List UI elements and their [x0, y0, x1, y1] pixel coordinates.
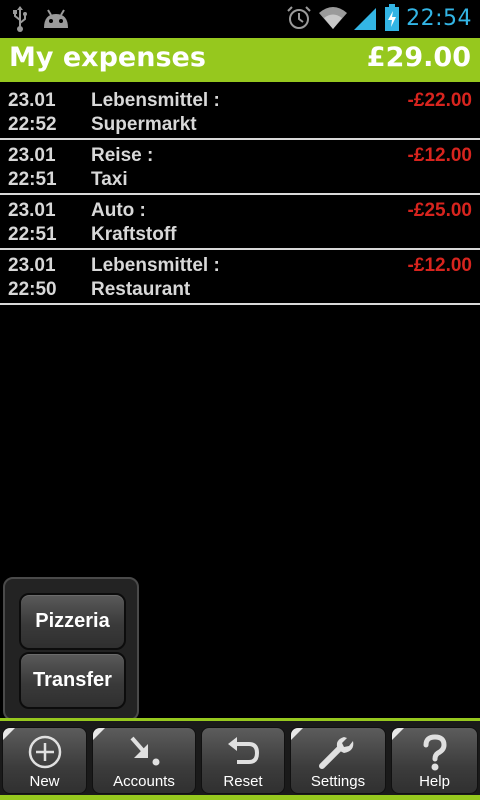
expense-row[interactable]: 23.01 22:52 Lebensmittel : Supermarkt -£…: [0, 85, 480, 140]
expense-row[interactable]: 23.01 22:50 Lebensmittel : Restaurant -£…: [0, 250, 480, 305]
expense-time: 22:51: [8, 169, 57, 190]
status-bar: 22:54: [0, 0, 480, 38]
app-header: My expenses £29.00: [0, 38, 480, 82]
corner-marker: [392, 728, 404, 740]
toolbar-accent-bar: [0, 795, 480, 800]
expense-category: Lebensmittel :: [91, 90, 220, 111]
help-button[interactable]: Help: [391, 727, 478, 794]
expense-subcategory: Restaurant: [91, 279, 191, 300]
add-circle-icon: [27, 734, 63, 774]
reset-button[interactable]: Reset: [201, 727, 285, 794]
expense-time: 22:52: [8, 114, 57, 135]
expense-amount: -£12.00: [407, 255, 472, 276]
alarm-icon: [286, 5, 312, 31]
expense-amount: -£12.00: [407, 145, 472, 166]
expense-date: 23.01: [8, 145, 56, 166]
expense-row[interactable]: 23.01 22:51 Reise : Taxi -£12.00: [0, 140, 480, 195]
settings-button[interactable]: Settings: [290, 727, 386, 794]
help-button-label: Help: [419, 773, 450, 790]
expense-subcategory: Kraftstoff: [91, 224, 177, 245]
corner-marker: [3, 728, 15, 740]
new-button[interactable]: New: [2, 727, 87, 794]
expense-date: 23.01: [8, 200, 56, 221]
accounts-button[interactable]: Accounts: [92, 727, 196, 794]
battery-charging-icon: [384, 4, 400, 32]
expense-time: 22:50: [8, 279, 57, 300]
signal-icon: [354, 5, 378, 31]
usb-icon: [12, 6, 28, 32]
wrench-icon: [318, 734, 358, 774]
total-amount: £29.00: [366, 42, 471, 73]
transfer-button[interactable]: Transfer: [19, 652, 126, 709]
expense-category: Lebensmittel :: [91, 255, 220, 276]
wifi-icon: [318, 5, 348, 31]
quick-add-popup: Pizzeria Transfer: [3, 577, 139, 721]
corner-marker: [93, 728, 105, 740]
bottom-toolbar: New Accounts Reset Settings Help: [0, 718, 480, 800]
expense-amount: -£25.00: [407, 200, 472, 221]
settings-button-label: Settings: [310, 773, 366, 790]
android-icon: [42, 8, 70, 30]
expense-category: Reise :: [91, 145, 154, 166]
expense-amount: -£22.00: [407, 90, 472, 111]
question-mark-icon: [420, 734, 450, 776]
expense-row[interactable]: 23.01 22:51 Auto : Kraftstoff -£25.00: [0, 195, 480, 250]
new-button-label: New: [29, 773, 60, 790]
expense-time: 22:51: [8, 224, 57, 245]
undo-icon: [225, 734, 261, 774]
accounts-button-label: Accounts: [113, 773, 175, 790]
expense-list: 23.01 22:52 Lebensmittel : Supermarkt -£…: [0, 85, 480, 305]
expense-date: 23.01: [8, 255, 56, 276]
corner-marker: [291, 728, 303, 740]
expense-subcategory: Taxi: [91, 169, 128, 190]
accounts-arrow-icon: [126, 734, 162, 774]
page-title: My expenses: [9, 42, 206, 73]
expense-date: 23.01: [8, 90, 56, 111]
clock-time: 22:54: [406, 5, 472, 31]
expense-subcategory: Supermarkt: [91, 114, 197, 135]
reset-button-label: Reset: [223, 773, 263, 790]
expense-category: Auto :: [91, 200, 146, 221]
pizzeria-button[interactable]: Pizzeria: [19, 593, 126, 650]
